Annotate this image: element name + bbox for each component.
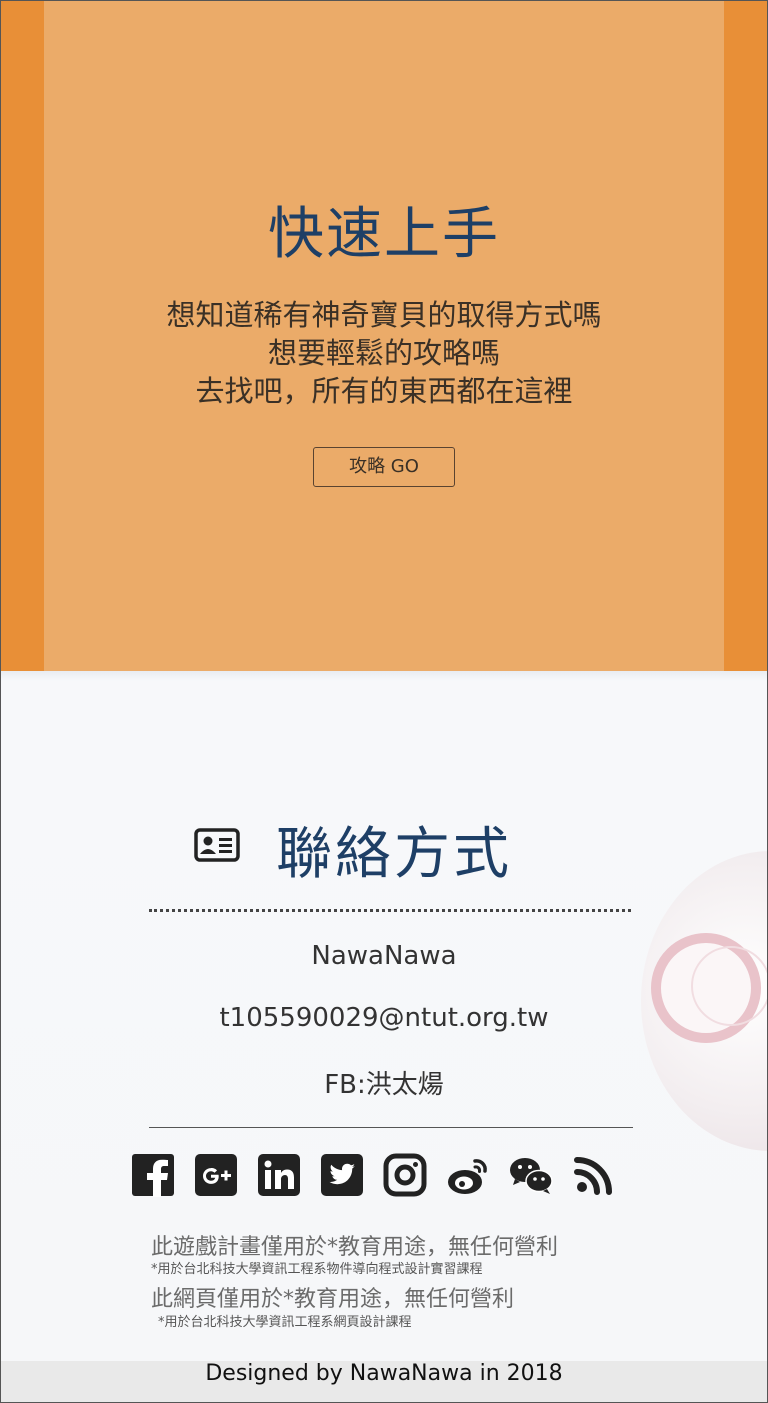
social-icons-row — [131, 1153, 635, 1197]
rss-icon[interactable] — [572, 1153, 616, 1197]
twitter-icon[interactable] — [320, 1153, 364, 1197]
quick-start-title: 快速上手 — [268, 202, 500, 267]
quick-start-panel: 快速上手 想知道稀有神奇寶貝的取得方式嗎 想要輕鬆的攻略嗎 去找吧，所有的東西都… — [44, 1, 724, 671]
description-line: 去找吧，所有的東西都在這裡 — [195, 374, 573, 408]
contact-name: NawaNawa — [311, 941, 457, 971]
quick-start-description: 想知道稀有神奇寶貝的取得方式嗎 想要輕鬆的攻略嗎 去找吧，所有的東西都在這裡 — [44, 296, 724, 410]
web-disclaimer-note: *用於台北科技大學資訊工程系網頁設計課程 — [158, 1315, 412, 1330]
strategy-go-button[interactable]: 攻略 GO — [313, 447, 455, 487]
contact-title: 聯絡方式 — [276, 822, 512, 887]
game-disclaimer: 此遊戲計畫僅用於*教育用途，無任何營利 — [151, 1235, 559, 1260]
footer-credit: Designed by NawaNawa in 2018 — [205, 1361, 563, 1386]
page: 快速上手 想知道稀有神奇寶貝的取得方式嗎 想要輕鬆的攻略嗎 去找吧，所有的東西都… — [0, 0, 768, 1403]
web-disclaimer: 此網頁僅用於*教育用途，無任何營利 — [151, 1287, 515, 1312]
facebook-icon[interactable] — [131, 1153, 175, 1197]
instagram-icon[interactable] — [383, 1153, 427, 1197]
contact-facebook[interactable]: FB:洪太煬 — [1, 1064, 767, 1101]
dotted-divider — [149, 909, 631, 912]
google-plus-icon[interactable] — [194, 1153, 238, 1197]
contact-section: 聯絡方式 NawaNawa t105590029@ntut.org.tw FB:… — [1, 671, 767, 1361]
weibo-icon[interactable] — [446, 1153, 490, 1197]
wechat-icon[interactable] — [509, 1153, 553, 1197]
contact-email[interactable]: t105590029@ntut.org.tw — [1, 1003, 767, 1033]
linkedin-icon[interactable] — [257, 1153, 301, 1197]
solid-divider — [149, 1127, 633, 1128]
footer: Designed by NawaNawa in 2018 — [1, 1361, 767, 1402]
description-line: 想知道稀有神奇寶貝的取得方式嗎 — [166, 298, 602, 332]
game-disclaimer-note: *用於台北科技大學資訊工程系物件導向程式設計實習課程 — [151, 1262, 483, 1277]
description-line: 想要輕鬆的攻略嗎 — [267, 336, 500, 370]
quick-start-section: 快速上手 想知道稀有神奇寶貝的取得方式嗎 想要輕鬆的攻略嗎 去找吧，所有的東西都… — [1, 1, 767, 671]
id-card-icon — [194, 828, 240, 862]
